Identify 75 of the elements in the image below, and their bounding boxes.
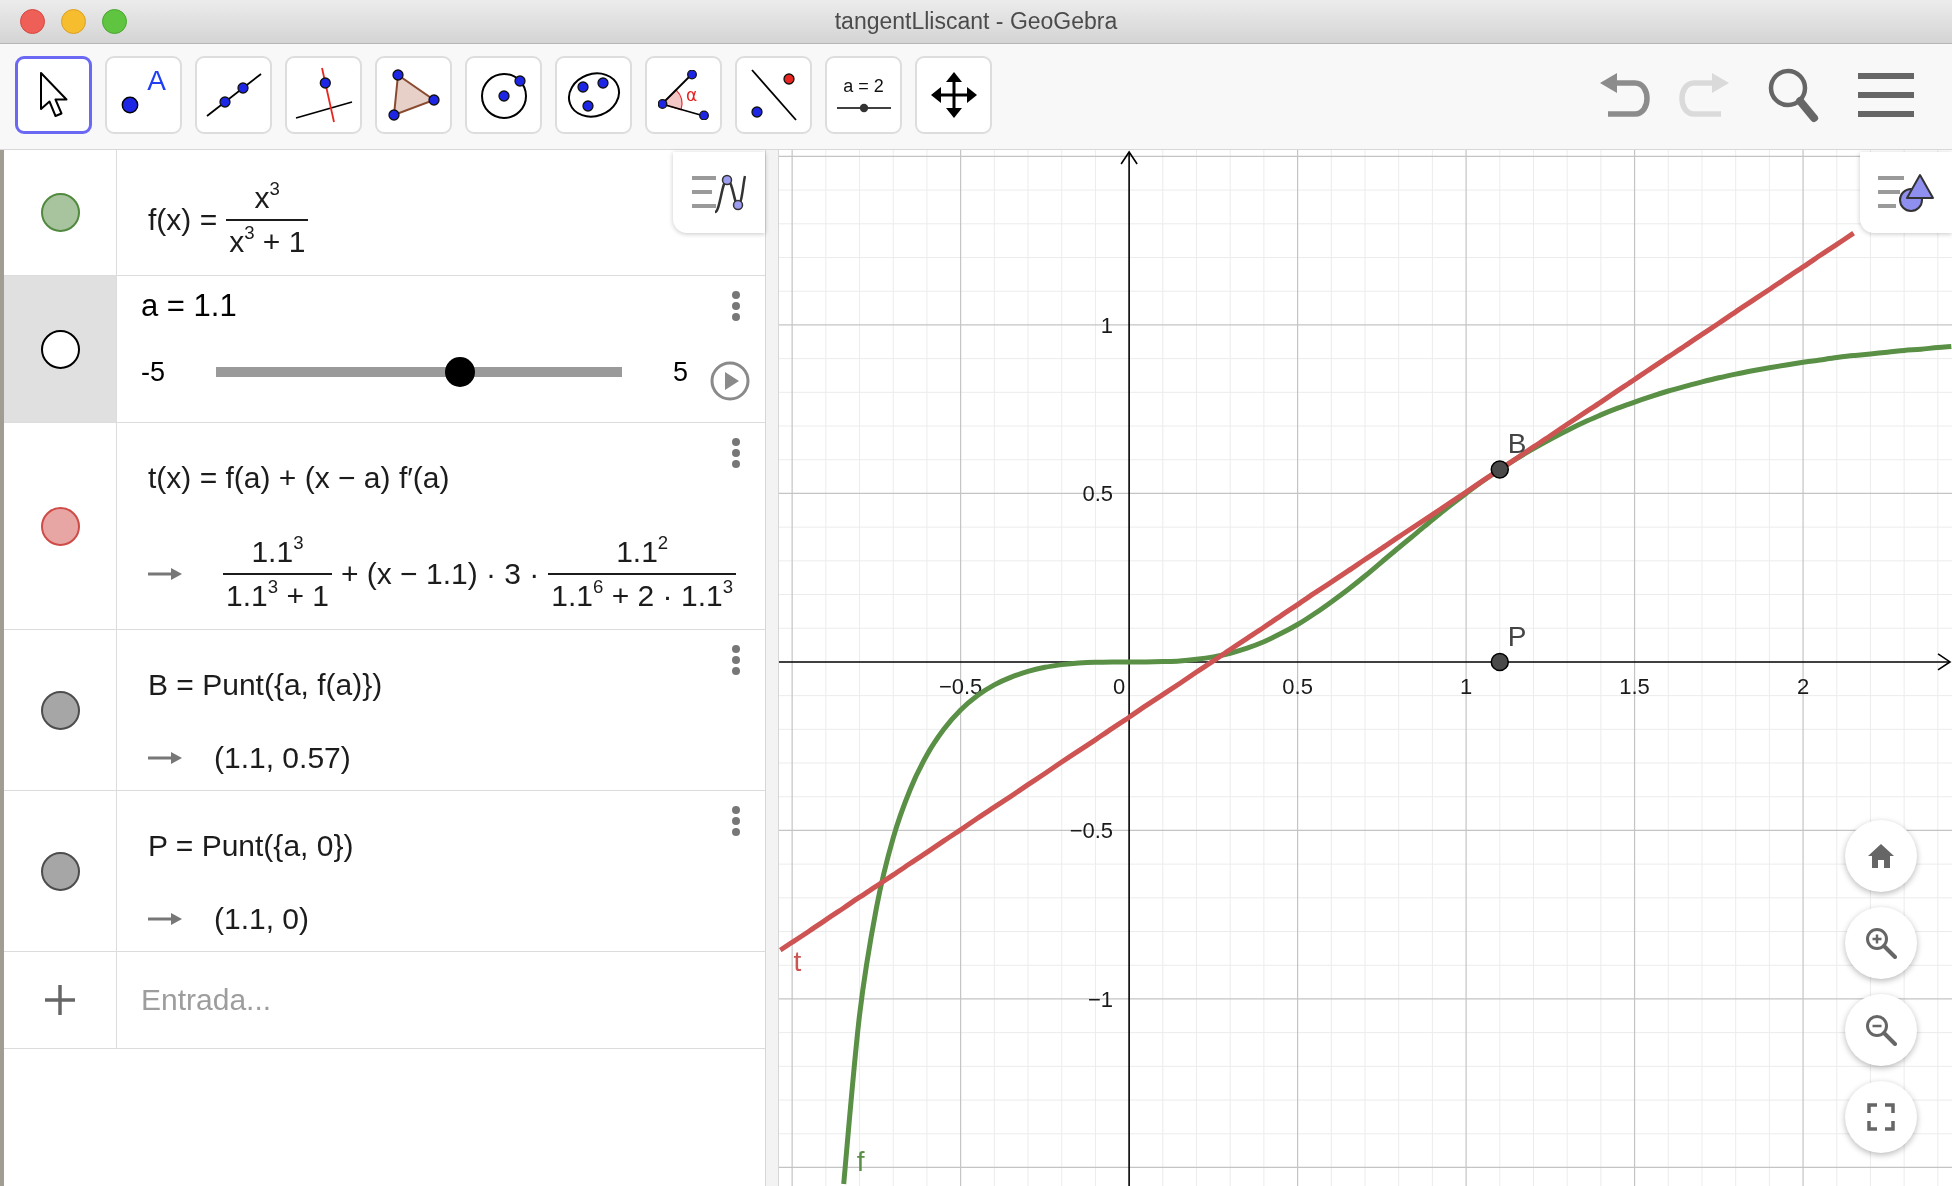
axis-tick-label: 2 <box>1796 673 1810 699</box>
fraction-denominator: 1.1$^{6}$ + 2 · 1.1$^{3}$ <box>550 575 734 614</box>
line-through-points-icon <box>204 71 263 118</box>
lines-circle-triangle-icon <box>1878 171 1934 214</box>
four-way-arrow-icon <box>930 71 977 118</box>
style-bar-toggle[interactable] <box>673 152 765 233</box>
home-button[interactable] <box>1845 820 1917 892</box>
slider-min-label: -5 <box>141 356 165 389</box>
point-marker <box>1490 652 1510 672</box>
definition-text: B = Punt({a, f(a)}) <box>148 667 383 703</box>
output-text: + (x − 1.1) · 3 · <box>340 556 540 592</box>
fullscreen-icon <box>1867 1103 1895 1131</box>
slider-max-label: 5 <box>673 356 689 389</box>
perpendicular-lines-icon <box>293 65 354 124</box>
visibility-toggle[interactable] <box>40 329 80 369</box>
axis-tick-label: 0 <box>1113 673 1126 699</box>
zoom-in-icon <box>1865 927 1897 959</box>
output-text: (1.1, 0) <box>214 901 310 937</box>
definition-text: f(x) = <box>148 202 218 238</box>
ellipse-through-points-icon <box>565 69 622 120</box>
visibility-toggle[interactable] <box>40 506 80 546</box>
close-button[interactable] <box>20 9 45 34</box>
point-marker <box>1490 460 1510 479</box>
search-icon[interactable] <box>1767 66 1819 123</box>
visibility-toggle[interactable] <box>40 193 80 232</box>
axis-tick-label: 0.5 <box>1282 673 1313 699</box>
fraction-numerator: 1.1$^{3}$ <box>250 531 305 570</box>
axis-tick-label: 1 <box>1100 312 1114 338</box>
slider-value-label: a = 1.1 <box>141 287 237 325</box>
axis-tick-label: −1 <box>1088 986 1114 1012</box>
play-icon[interactable] <box>710 361 751 401</box>
axis-tick-label: −0.5 <box>1069 818 1114 844</box>
fraction-denominator: 1.1$^{3}$ + 1 <box>225 575 330 614</box>
right-arrow-icon <box>148 912 182 926</box>
right-arrow-icon <box>148 567 182 581</box>
axis-tick-label: 1.5 <box>1619 673 1650 699</box>
fraction-numerator: x$^{3}$ <box>253 177 281 216</box>
visibility-toggle[interactable] <box>40 851 80 891</box>
axis-tick-label: 0.5 <box>1082 481 1114 507</box>
fraction-denominator: x$^{3}$ + 1 <box>228 221 307 260</box>
window-title: tangentLliscant - GeoGebra <box>834 8 1118 35</box>
home-icon <box>1867 843 1895 869</box>
more-menu-icon[interactable] <box>731 644 741 676</box>
zoom-in-button[interactable] <box>1845 907 1917 979</box>
fullscreen-button[interactable] <box>1845 1081 1917 1153</box>
right-arrow-icon <box>148 751 182 765</box>
cursor-arrow-icon <box>38 70 69 119</box>
axis-tick-label: −0.5 <box>938 673 983 699</box>
definition-text: P = Punt({a, 0}) <box>148 828 354 864</box>
visibility-toggle[interactable] <box>40 690 80 730</box>
point-label: B <box>1507 428 1527 460</box>
graph-label: t <box>793 946 802 978</box>
zoom-out-icon <box>1865 1014 1897 1046</box>
tool-button[interactable]: α <box>645 55 722 134</box>
menu-icon[interactable] <box>1858 72 1914 117</box>
slider-icon <box>836 103 891 113</box>
zoom-out-button[interactable] <box>1845 994 1917 1066</box>
more-menu-icon[interactable] <box>731 437 741 469</box>
tool-button[interactable]: A <box>105 55 182 134</box>
output-text: (1.1, 0.57) <box>214 740 351 776</box>
tool-button[interactable]: a = 2 <box>825 55 902 134</box>
point-dot-icon <box>121 95 140 114</box>
tool-button[interactable] <box>15 55 92 134</box>
more-menu-icon[interactable] <box>731 805 741 837</box>
triangle-icon <box>387 68 440 121</box>
plus-icon[interactable] <box>45 985 75 1015</box>
definition-text: t(x) = f(a) + (x − a) f′(a) <box>148 460 450 496</box>
more-menu-icon[interactable] <box>731 290 741 322</box>
style-bar-toggle[interactable] <box>1860 152 1952 233</box>
fraction-numerator: 1.1$^{2}$ <box>615 531 670 570</box>
input-field[interactable]: Entrada... <box>141 979 701 1021</box>
axis-tick-label: 1 <box>1459 673 1473 699</box>
slider-thumb[interactable] <box>445 357 476 387</box>
graph-label: f <box>856 1146 865 1177</box>
point-label: P <box>1507 620 1527 652</box>
